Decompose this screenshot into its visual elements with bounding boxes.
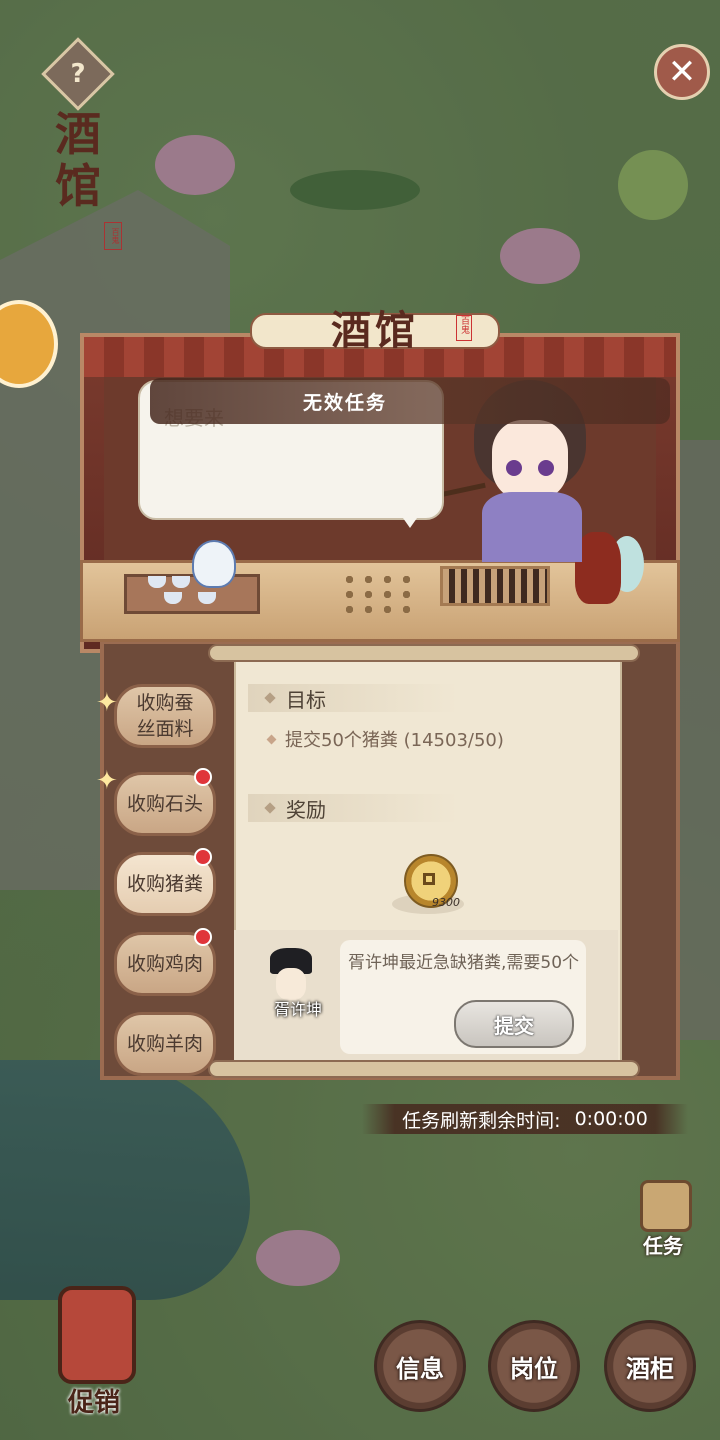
positions-button[interactable]: 岗位 [488,1320,580,1412]
wine-cabinet-button-label: 酒柜 [626,1354,674,1383]
sparkle-icon: ✦ [96,766,118,796]
tea-tray [124,574,260,614]
goal-item-text: 提交50个猪粪 (14503/50) [285,730,504,751]
task-button[interactable]: 任务 [626,1180,700,1264]
diamond-icon [264,692,276,704]
reward-heading-text: 奖励 [286,797,326,822]
badge-dot [194,768,212,786]
scroll-rod-top [208,644,640,662]
side-seal: 百鬼 [104,222,122,250]
submit-button[interactable]: 提交 [454,1000,574,1048]
timer-value: 0:00:00 [574,1108,648,1130]
task-button-label: 任务 [643,1234,683,1258]
side-title: 酒馆 [55,107,101,213]
requester-name: 胥许坤 [273,1000,322,1019]
timer-label: 任务刷新剩余时间: [402,1109,561,1132]
requester-avatar: 胥许坤 [258,936,330,1046]
tab-silk[interactable]: 收购蚕丝面料 [114,684,216,748]
diamond-icon [266,734,277,744]
promotion-button[interactable]: 酒 促销 [22,1280,162,1430]
positions-button-label: 岗位 [510,1354,558,1383]
promotion-label: 促销 [67,1388,120,1418]
badge-dot [194,928,212,946]
diamond-icon [264,802,276,814]
wine-jar-icon [58,1286,136,1384]
sparkle-icon: ✦ [96,688,118,718]
goal-item: 提交50个猪粪 (14503/50) [266,726,504,752]
speech-bubble-tail [396,508,424,528]
info-button[interactable]: 信息 [374,1320,466,1412]
wine-cabinet-button[interactable]: 酒柜 [604,1320,696,1412]
abacus-icon [440,566,550,606]
goal-heading: 目标 [248,684,458,712]
scroll-rod-bottom [208,1060,640,1078]
close-button[interactable]: ✕ [654,44,710,100]
question-icon: ? [70,59,86,89]
tab-label: 收购鸡肉 [126,953,203,975]
coin-pile-icon [340,572,416,616]
panel-title: 酒馆 [331,307,419,354]
close-icon: ✕ [667,52,697,92]
reward-heading: 奖励 [248,794,458,822]
teapot-icon [192,540,236,588]
request-text: 胥许坤最近急缺猪粪,需要50个 [348,953,580,973]
banner-seal: 百鬼 [456,315,472,341]
speech-title-bar: 无效任务 [150,378,670,424]
goal-heading-text: 目标 [286,687,326,712]
panel-banner: 酒馆 百鬼 [250,295,500,359]
scroll-icon [640,1180,692,1232]
tab-label: 收购羊肉 [126,1033,203,1055]
speech-title: 无效任务 [302,391,387,414]
tab-label: 收购猪粪 [126,873,203,895]
reward-count: 9300 [432,896,460,909]
tab-label: 收购石头 [126,793,203,815]
refresh-timer: 任务刷新剩余时间: 0:00:00 [362,1104,688,1134]
tab-mutton[interactable]: 收购羊肉 [114,1012,216,1076]
tab-label: 收购蚕丝面料 [136,692,194,740]
badge-dot [194,848,212,866]
info-button-label: 信息 [396,1354,444,1383]
